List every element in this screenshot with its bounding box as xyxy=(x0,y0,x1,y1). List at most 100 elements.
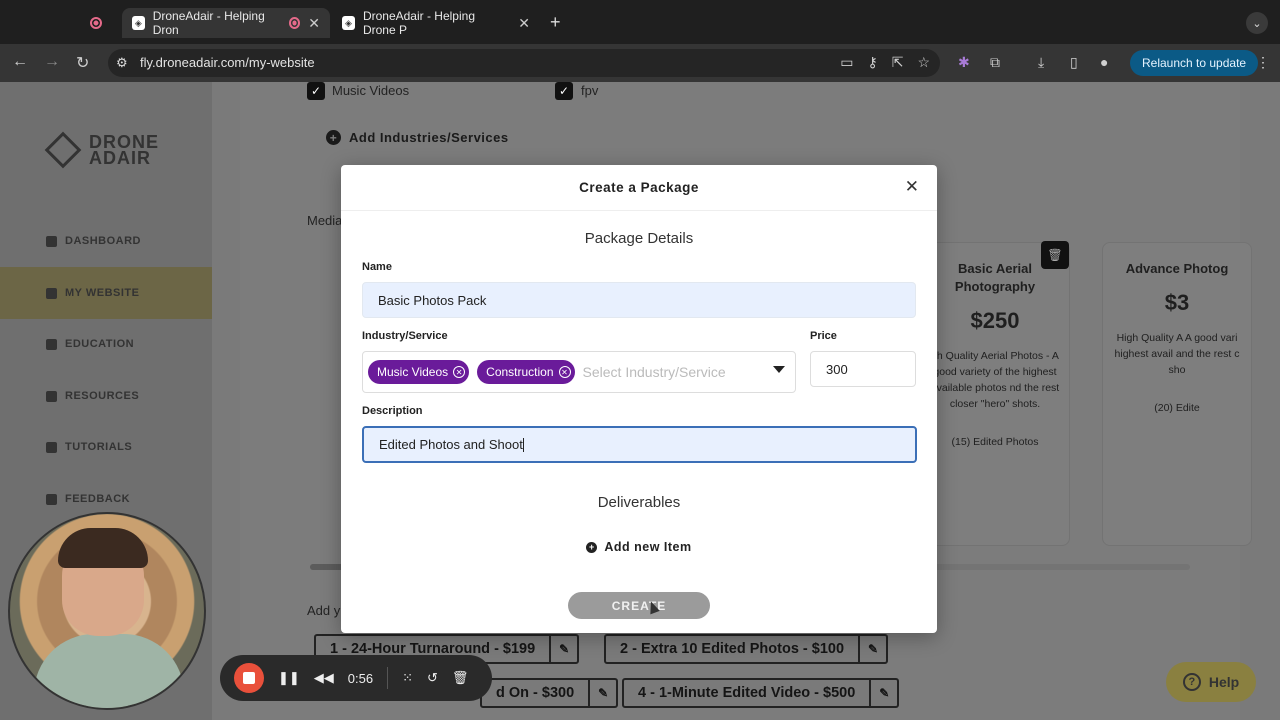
sidebar-item-education[interactable]: EDUCATION xyxy=(0,318,212,370)
caret-down-icon[interactable] xyxy=(773,366,785,373)
description-label: Description xyxy=(362,405,423,417)
grid-icon[interactable]: ⁙ xyxy=(402,670,413,686)
address-bar[interactable]: ⚙ fly.droneadair.com/my-website ▭ ⚷ ⇱ ☆ xyxy=(108,49,940,77)
package-card[interactable]: Advance Photog $3 High Quality A A good … xyxy=(1102,242,1252,546)
question-icon: ? xyxy=(1182,673,1201,691)
stop-record-button[interactable] xyxy=(234,663,264,693)
help-button[interactable]: ? Help xyxy=(1166,662,1256,702)
url-text[interactable]: fly.droneadair.com/my-website xyxy=(140,55,315,70)
webcam-overlay xyxy=(8,512,206,710)
sidebar-item-my-website[interactable]: MY WEBSITE xyxy=(0,267,212,319)
more-menu-icon[interactable]: ⋮ xyxy=(1256,54,1270,71)
industry-placeholder: Select Industry/Service xyxy=(582,364,726,380)
star-icon[interactable]: ☆ xyxy=(917,54,930,71)
tab-droneadair-1[interactable]: ◈ DroneAdair - Helping Dron ✕ xyxy=(122,8,330,38)
package-details-heading: Package Details xyxy=(584,230,694,247)
chat-icon xyxy=(46,493,57,505)
create-package-modal: Create a Package ✕ Package Details Name … xyxy=(341,165,937,633)
name-label: Name xyxy=(362,261,392,273)
website-icon xyxy=(46,287,57,299)
back-icon[interactable]: ← xyxy=(12,53,28,71)
droneadair-favicon-icon: ◈ xyxy=(132,16,145,30)
dashboard-icon xyxy=(46,235,57,247)
section-label: Add y xyxy=(307,603,341,618)
checkbox-music-videos[interactable]: ✓ xyxy=(307,82,325,100)
recording-tab[interactable] xyxy=(80,8,120,38)
site-settings-icon[interactable]: ⚙ xyxy=(116,55,128,71)
modal-title: Create a Package xyxy=(579,180,699,195)
industry-select[interactable]: Music Videos ✕ Construction ✕ Select Ind… xyxy=(362,351,796,393)
recording-controls: ❚❚ ◀◀ 0:56 ⁙ ↺ 🗑 xyxy=(220,655,492,701)
addon-chip[interactable]: 4 - 1-Minute Edited Video - $500 ✎ xyxy=(622,678,900,708)
tab-droneadair-2[interactable]: ◈ DroneAdair - Helping Drone P ✕ xyxy=(332,8,540,38)
plus-icon: + xyxy=(586,541,598,553)
checkbox-label: fpv xyxy=(581,83,599,98)
relaunch-button[interactable]: Relaunch to update xyxy=(1130,50,1259,76)
divider xyxy=(387,667,389,689)
price-input[interactable]: 300 xyxy=(810,351,916,387)
extension-icon[interactable]: ✱ xyxy=(958,54,970,71)
close-icon[interactable]: ✕ xyxy=(905,177,919,197)
close-tab-icon[interactable]: ✕ xyxy=(308,15,320,32)
add-industries-button[interactable]: + Add Industries/Services xyxy=(326,130,509,145)
puzzle-icon[interactable]: ⧉ xyxy=(990,54,1000,71)
recording-icon xyxy=(289,17,301,29)
pencil-icon[interactable]: ✎ xyxy=(869,680,897,706)
text-caret xyxy=(522,437,524,452)
droneadair-favicon-icon: ◈ xyxy=(342,16,355,30)
book-icon xyxy=(46,338,57,350)
tab-title: DroneAdair - Helping Drone P xyxy=(362,9,475,37)
trash-icon[interactable]: 🗑 xyxy=(1041,241,1069,269)
chevron-down-icon[interactable]: ⌄ xyxy=(1246,12,1268,34)
logo-mark-icon xyxy=(44,131,82,169)
sidepanel-icon[interactable]: ▯ xyxy=(1070,54,1078,71)
remove-chip-icon[interactable]: ✕ xyxy=(558,366,571,378)
industry-label: Industry/Service xyxy=(362,330,448,342)
pencil-icon[interactable]: ✎ xyxy=(549,636,577,662)
resources-icon xyxy=(46,390,57,402)
create-button[interactable]: CREATE xyxy=(568,592,710,619)
droneadair-logo[interactable]: DRONE ADAIR xyxy=(44,131,159,169)
key-icon[interactable]: ⚷ xyxy=(867,54,877,71)
browser-toolbar: ← → ↻ ⚙ fly.droneadair.com/my-website ▭ … xyxy=(0,44,1280,82)
new-tab-icon[interactable]: + xyxy=(550,12,561,33)
addon-chip[interactable]: d On - $300 ✎ xyxy=(480,678,619,708)
chip-music-videos[interactable]: Music Videos ✕ xyxy=(368,360,470,384)
tab-title: DroneAdair - Helping Dron xyxy=(152,9,265,37)
browser-tab-strip: ◈ DroneAdair - Helping Dron ✕ ◈ DroneAda… xyxy=(0,0,1280,44)
pause-icon[interactable]: ❚❚ xyxy=(278,670,300,686)
restart-icon[interactable]: ↺ xyxy=(427,670,438,686)
pencil-icon[interactable]: ✎ xyxy=(588,680,616,706)
close-tab-icon[interactable]: ✕ xyxy=(518,15,530,32)
checkbox-fpv[interactable]: ✓ xyxy=(555,82,573,100)
sidebar-item-resources[interactable]: RESOURCES xyxy=(0,370,212,422)
add-new-item-button[interactable]: + Add new Item xyxy=(341,540,937,554)
modal-header: Create a Package ✕ xyxy=(341,165,937,211)
checkbox-label: Music Videos xyxy=(332,83,410,98)
profile-avatar-icon[interactable]: ● xyxy=(1100,54,1108,70)
pencil-icon[interactable]: ✎ xyxy=(858,636,886,662)
description-input[interactable]: Edited Photos and Shoot xyxy=(362,426,917,463)
chip-construction[interactable]: Construction ✕ xyxy=(477,360,575,384)
package-card[interactable]: 🗑 Basic Aerial Photography $250 gh Quali… xyxy=(920,241,1070,546)
sidebar-item-dashboard[interactable]: DASHBOARD xyxy=(0,215,212,267)
recording-time: 0:56 xyxy=(347,670,374,686)
name-input[interactable]: Basic Photos Pack xyxy=(362,282,916,318)
recording-icon xyxy=(90,17,102,29)
sidebar-item-tutorials[interactable]: TUTORIALS xyxy=(0,421,212,473)
price-label: Price xyxy=(810,330,837,342)
plus-icon: + xyxy=(326,130,341,145)
addon-chip[interactable]: 2 - Extra 10 Edited Photos - $100 ✎ xyxy=(604,634,889,664)
open-in-icon[interactable]: ⇱ xyxy=(892,54,904,71)
rewind-icon[interactable]: ◀◀ xyxy=(314,670,334,686)
remove-chip-icon[interactable]: ✕ xyxy=(453,366,466,378)
lightbulb-icon xyxy=(46,441,57,453)
section-label: Media xyxy=(307,213,343,228)
reload-icon[interactable]: ↻ xyxy=(76,53,89,73)
presenter-hair xyxy=(58,528,148,568)
camera-icon[interactable]: ▭ xyxy=(840,54,853,71)
download-icon[interactable]: ⤓ xyxy=(1038,54,1044,71)
presenter-body xyxy=(34,634,184,708)
trash-icon[interactable]: 🗑 xyxy=(452,670,469,686)
forward-icon[interactable]: → xyxy=(44,53,60,71)
